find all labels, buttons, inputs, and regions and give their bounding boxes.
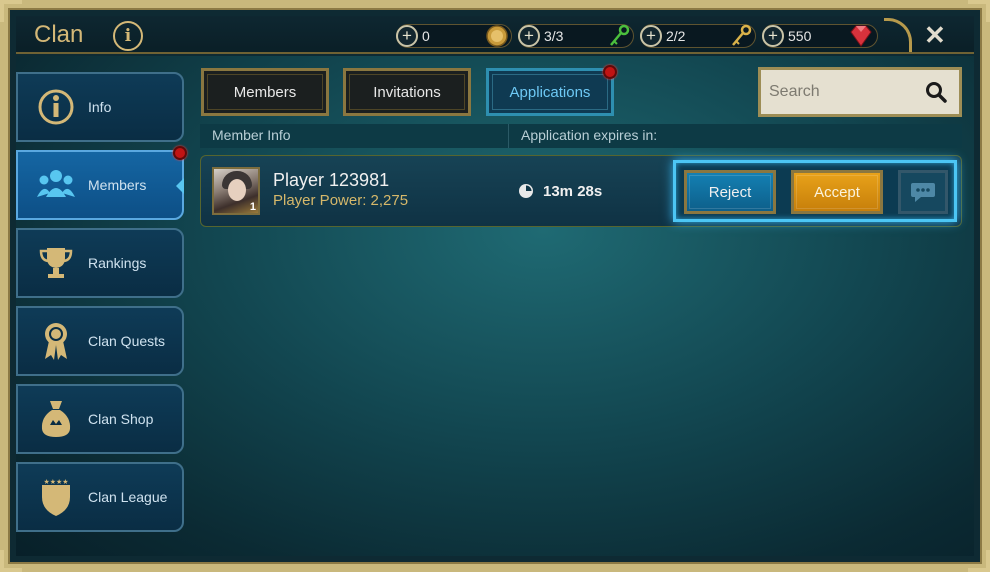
application-actions: Reject Accept: [673, 160, 957, 222]
clock-icon: [519, 184, 533, 198]
notification-dot: [173, 146, 187, 160]
shield-icon: ★★★★: [36, 477, 76, 517]
top-bar: Clan i + 0 + 3/3 + 2/2 + 550: [16, 16, 974, 54]
add-gems-button[interactable]: +: [762, 25, 784, 47]
gold-coin-icon: [486, 25, 508, 47]
add-gold-key-button[interactable]: +: [640, 25, 662, 47]
svg-text:★★★★: ★★★★: [43, 478, 68, 486]
button-border: [689, 175, 771, 209]
green-key-icon: [610, 24, 630, 46]
tab-border: [349, 74, 465, 110]
members-icon: [36, 165, 76, 205]
sidebar-item-info[interactable]: Info: [16, 72, 184, 142]
add-gold-button[interactable]: +: [396, 25, 418, 47]
player-power: Player Power: 2,275: [273, 192, 409, 209]
avatar[interactable]: 1: [212, 167, 260, 215]
sidebar-item-label: Info: [88, 99, 112, 115]
info-icon: [36, 87, 76, 127]
info-icon[interactable]: i: [113, 21, 143, 51]
sidebar-item-members[interactable]: Members: [16, 150, 184, 220]
money-bag-icon: [36, 399, 76, 439]
avatar-face: [228, 179, 246, 201]
player-name: Player 123981: [273, 170, 390, 190]
tab-border: [207, 74, 323, 110]
search-box: [758, 67, 962, 117]
resource-green-key: + 3/3: [518, 24, 634, 48]
search-icon[interactable]: [925, 81, 947, 103]
close-icon[interactable]: ✕: [924, 20, 946, 51]
tab-members[interactable]: Members: [201, 68, 329, 116]
gems-value: 550: [788, 28, 812, 44]
active-indicator: [176, 178, 184, 194]
column-header-member-info: Member Info: [212, 127, 291, 143]
trophy-icon: [36, 243, 76, 283]
button-border: [796, 175, 878, 209]
table-header: Member Info Application expires in:: [200, 124, 962, 148]
sidebar-item-clan-shop[interactable]: Clan Shop: [16, 384, 184, 454]
sidebar-item-rankings[interactable]: Rankings: [16, 228, 184, 298]
reject-button[interactable]: Reject: [684, 170, 776, 214]
page-title: Clan: [34, 21, 84, 48]
resource-gold-key: + 2/2: [640, 24, 756, 48]
accept-button[interactable]: Accept: [791, 170, 883, 214]
sidebar-item-label: Members: [88, 177, 147, 193]
gold-key-icon: [732, 24, 752, 46]
resource-gems: + 550: [762, 24, 878, 48]
column-header-expires: Application expires in:: [521, 127, 658, 143]
sidebar-item-label: Clan Shop: [88, 411, 154, 427]
add-green-key-button[interactable]: +: [518, 25, 540, 47]
tab-border: [492, 74, 608, 110]
ruby-gem-icon: [850, 25, 872, 47]
search-input[interactable]: [769, 80, 919, 104]
medal-icon: [36, 321, 76, 361]
tab-invitations[interactable]: Invitations: [343, 68, 471, 116]
avatar-level: 1: [249, 201, 256, 213]
sidebar-item-clan-quests[interactable]: Clan Quests: [16, 306, 184, 376]
tab-applications[interactable]: Applications: [486, 68, 614, 116]
sidebar-item-label: Rankings: [88, 255, 147, 271]
chat-bubble-icon: [911, 183, 935, 202]
gold-key-value: 2/2: [666, 28, 686, 44]
sidebar-item-clan-league[interactable]: ★★★★ Clan League: [16, 462, 184, 532]
gold-value: 0: [422, 28, 430, 44]
green-key-value: 3/3: [544, 28, 564, 44]
message-button[interactable]: [898, 170, 948, 214]
column-divider: [508, 124, 509, 148]
resource-gold: + 0: [396, 24, 512, 48]
notification-dot: [603, 65, 617, 79]
sidebar-item-label: Clan League: [88, 489, 168, 505]
sidebar-item-label: Clan Quests: [88, 333, 166, 349]
expires-timer: 13m 28s: [543, 183, 603, 200]
